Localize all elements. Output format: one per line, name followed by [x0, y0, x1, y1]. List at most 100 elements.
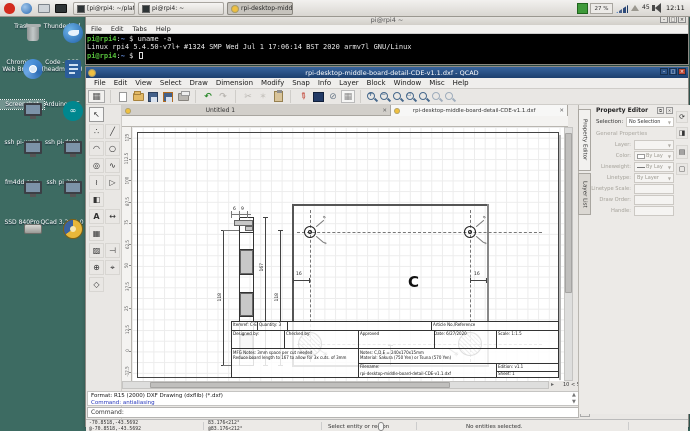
redo-icon[interactable]: ↷ [216, 90, 230, 103]
menu-item[interactable]: Dimension [212, 79, 257, 87]
tab-close-icon[interactable]: ✕ [382, 108, 387, 114]
vertical-scrollbar-thumb[interactable] [565, 133, 572, 293]
menu-item[interactable]: Edit [110, 79, 132, 87]
desktop-icon-chromium[interactable]: Chromium Web Browser [0, 58, 44, 79]
new-file-icon[interactable] [116, 90, 130, 103]
ellipse-tool-icon[interactable]: ◎ [89, 158, 104, 173]
zoom-selection-icon[interactable] [418, 91, 430, 103]
menu-item[interactable]: Layer [335, 79, 363, 87]
desktop-icon-arduino[interactable]: ∞ Arduino IDE [40, 100, 84, 121]
close-icon[interactable]: × [678, 68, 686, 75]
linetype-combobox[interactable]: By Layer ▼ [634, 173, 674, 183]
desktop-icon-qcad[interactable]: QCad 3.24.3.0 [40, 218, 84, 239]
scroll-right-arrow-icon[interactable]: ▸ [551, 381, 554, 388]
property-painter-icon[interactable]: ✎ [293, 87, 312, 106]
linetype-scale-input[interactable] [634, 184, 674, 194]
cpu-monitor-icon[interactable] [577, 3, 588, 14]
terminal-output[interactable]: pi@rpi4:~ $ uname -a Linux rpi4 5.4.50-v… [86, 34, 688, 63]
copy-icon[interactable]: ✶ [256, 90, 270, 103]
dock-panel-icon[interactable]: ▢ [676, 163, 688, 175]
menu-item-file[interactable]: File [91, 25, 102, 33]
desktop-icon-ssd[interactable]: SSD 840Pro [0, 218, 44, 234]
open-file-icon[interactable] [131, 90, 145, 103]
maximize-icon[interactable]: □ [669, 16, 677, 23]
drawing-canvas[interactable]: 118 167 118 6 9 8 4 8 4 16 16 C Itemref:… [132, 127, 564, 381]
app-button[interactable]: ▦ [88, 90, 105, 103]
paste-icon[interactable] [271, 90, 285, 103]
tab-close-icon[interactable]: ✕ [559, 108, 564, 114]
desktop-icon-ssh-pi-ds01[interactable]: ssh pi-ds01 [40, 138, 84, 157]
clock[interactable]: 12:11 [666, 4, 685, 12]
menu-item-edit[interactable]: Edit [111, 25, 124, 33]
isometric-icon[interactable]: ⊘ [326, 90, 340, 103]
spline-tool-icon[interactable]: ∿ [105, 158, 120, 173]
selection-combobox[interactable]: No Selection ▼ [626, 117, 674, 127]
color-combobox[interactable]: By Lay ▼ [634, 151, 674, 161]
shape-tool-icon[interactable]: ▷ [105, 175, 120, 190]
circle-tool-icon[interactable]: ○ [105, 141, 120, 156]
zoom-previous-icon[interactable] [431, 91, 443, 103]
zoom-in-icon[interactable]: + [366, 91, 378, 103]
command-history[interactable]: Format: R15 (2000) DXF Drawing (dxflib) … [87, 391, 579, 406]
polyline-tool-icon[interactable]: ≀ [89, 175, 104, 190]
undo-icon[interactable]: ↶ [201, 90, 215, 103]
arc-tool-icon[interactable]: ◠ [89, 141, 104, 156]
panel-close-icon[interactable]: ✕ [666, 107, 673, 114]
network-signal-icon[interactable] [616, 5, 628, 13]
zoom-window-icon[interactable]: ▫ [405, 91, 417, 103]
desktop-icon-ssh-pi-200[interactable]: ssh pi-200 [40, 178, 84, 197]
solid-tool-icon[interactable]: ◇ [89, 277, 104, 292]
menu-item[interactable]: Draw [186, 79, 212, 87]
zoom-out-icon[interactable]: − [379, 91, 391, 103]
taskbar-window-qcad[interactable]: rpi-desktop-middle-boa... [227, 2, 293, 15]
horizontal-scrollbar-thumb[interactable] [150, 382, 450, 388]
tab-drawing[interactable]: rpi-desktop-middle-board-detail-CDE-v1.1… [391, 105, 568, 116]
menu-item[interactable]: Block [363, 79, 390, 87]
menu-item[interactable]: Misc [425, 79, 448, 87]
command-input[interactable]: Command: [87, 407, 579, 418]
layer-combobox[interactable]: ▼ [634, 140, 674, 150]
qcad-titlebar[interactable]: rpi-desktop-middle-board-detail-CDE-v1.1… [86, 67, 688, 78]
dock-list-icon[interactable]: ▤ [676, 145, 688, 159]
eject-icon[interactable] [631, 5, 639, 11]
handle-input[interactable] [634, 206, 674, 216]
panel-float-icon[interactable]: ⧉ [657, 107, 664, 114]
terminal-launcher-icon[interactable] [55, 4, 67, 13]
browser-launcher-icon[interactable] [21, 3, 32, 14]
ordinate-dim-tool-icon[interactable]: ⊣ [105, 243, 120, 258]
menu-item-tabs[interactable]: Tabs [132, 25, 146, 33]
draw-order-input[interactable] [634, 195, 674, 205]
menu-item[interactable]: Modify [257, 79, 288, 87]
image-tool-icon[interactable]: ▦ [89, 226, 104, 241]
zoom-pan-icon[interactable] [444, 91, 456, 103]
dock-filter-icon[interactable]: ◨ [676, 127, 688, 139]
desktop-icon-thunderbird[interactable]: Thunderbird [40, 22, 84, 43]
modify-tool-icon[interactable]: ⊕ [89, 260, 104, 275]
tab-untitled[interactable]: Untitled 1 ✕ [122, 105, 391, 116]
minimize-icon[interactable]: – [660, 68, 668, 75]
dimension-tool-icon[interactable]: ↔ [105, 209, 120, 224]
file-manager-launcher-icon[interactable] [38, 4, 50, 13]
zoom-auto-icon[interactable] [392, 91, 404, 103]
maximize-icon[interactable]: □ [669, 68, 677, 75]
menu-item[interactable]: Select [156, 79, 186, 87]
menu-item[interactable]: Info [314, 79, 335, 87]
viewport-tool-icon[interactable]: ◧ [89, 192, 104, 207]
cut-icon[interactable]: ✂ [241, 90, 255, 103]
close-icon[interactable]: × [678, 16, 686, 23]
side-tab-layer-list[interactable]: Layer List [578, 173, 591, 215]
lineweight-combobox[interactable]: By Lay ▼ [634, 162, 674, 172]
text-tool-icon[interactable]: A [89, 209, 104, 224]
menu-item[interactable]: File [90, 79, 110, 87]
taskbar-window-terminal-1[interactable]: [pi@rpi4: ~/platform/rp... [73, 2, 135, 15]
line-tool-icon[interactable]: ╱ [105, 124, 120, 139]
console-scroll-up-icon[interactable]: ▲ [572, 392, 576, 398]
menu-item[interactable]: View [131, 79, 156, 87]
menu-item[interactable]: Window [390, 79, 426, 87]
save-as-icon[interactable] [161, 90, 175, 103]
console-scroll-down-icon[interactable]: ▼ [572, 399, 576, 405]
menu-item-help[interactable]: Help [156, 25, 171, 33]
hatch-tool-icon[interactable]: ▨ [89, 243, 104, 258]
dock-refresh-icon[interactable]: ⟳ [676, 111, 688, 123]
point-tool-icon[interactable]: ∴ [89, 124, 104, 139]
